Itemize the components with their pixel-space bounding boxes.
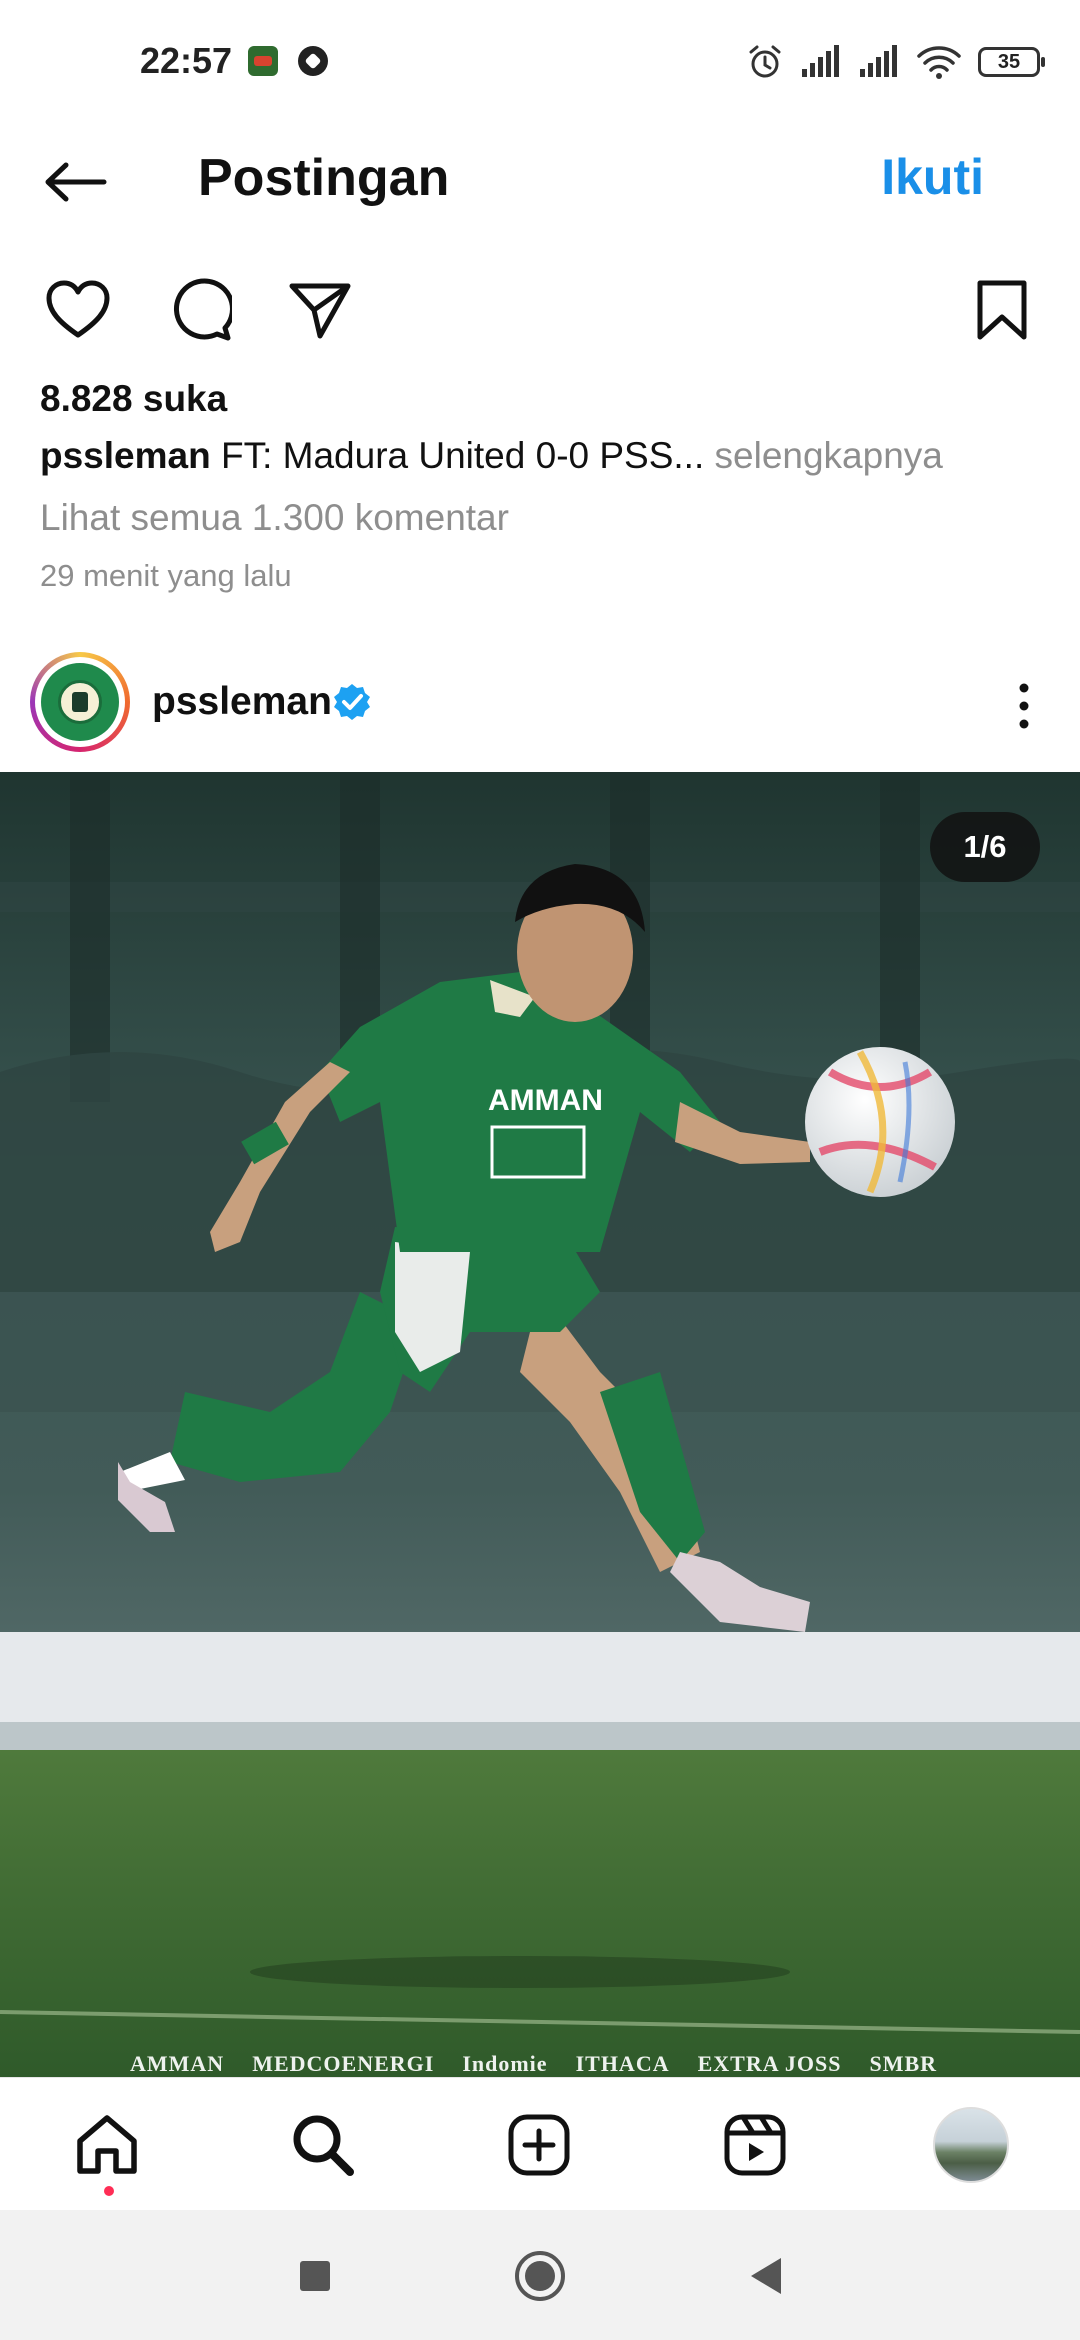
back-button[interactable] (40, 152, 110, 212)
back-arrow-icon (45, 162, 107, 202)
sponsor-label: AMMAN (130, 2051, 225, 2076)
comment-icon (173, 278, 232, 341)
profile-avatar (933, 2107, 1009, 2183)
nav-create[interactable] (494, 2100, 584, 2190)
nav-profile[interactable] (926, 2100, 1016, 2190)
post-username[interactable]: pssleman (152, 680, 332, 724)
nav-search[interactable] (278, 2100, 368, 2190)
status-time: 22:57 (140, 40, 233, 81)
recents-button[interactable] (285, 2246, 345, 2306)
svg-text:AMMAN: AMMAN (488, 1084, 603, 1117)
soccer-ball-icon (298, 46, 328, 76)
view-comments-link[interactable]: Lihat semua 1.300 komentar (40, 497, 509, 539)
battery-icon: 35 (978, 47, 1045, 77)
status-icons: 35 (746, 40, 1045, 84)
sponsor-label: MEDCOENERGI (252, 2051, 435, 2076)
nav-reels[interactable] (710, 2100, 800, 2190)
share-button[interactable] (280, 270, 360, 350)
follow-button[interactable]: Ikuti (881, 148, 984, 206)
likes-count[interactable]: 8.828 suka (40, 378, 227, 420)
back-system-button[interactable] (735, 2246, 795, 2306)
club-logo-icon (41, 663, 119, 741)
caption[interactable]: pssleman FT: Madura United 0-0 PSS... se… (40, 435, 943, 477)
square-icon (300, 2261, 330, 2291)
sponsor-label: EXTRA JOSS (697, 2051, 842, 2076)
alarm-icon (749, 45, 781, 78)
nav-home[interactable] (62, 2100, 152, 2190)
share-icon (289, 283, 351, 339)
home-system-button[interactable] (510, 2246, 570, 2306)
top-bar: Postingan Ikuti (0, 124, 1080, 234)
verified-badge-icon (334, 684, 370, 720)
signal-icon (860, 45, 897, 77)
photo-scene: AMMAN (0, 772, 1080, 2077)
more-options-icon[interactable] (1004, 676, 1044, 736)
post-header: pssleman (0, 640, 1080, 770)
comment-button[interactable] (160, 270, 240, 350)
caption-username[interactable]: pssleman (40, 435, 211, 476)
heart-icon (46, 280, 110, 338)
post-photo[interactable]: AMMAN 1/6 AMMAN MEDCOENERGI Indomie ITHA… (0, 772, 1080, 2077)
carousel-counter: 1/6 (930, 812, 1040, 882)
status-bar: 22:57 35 (0, 0, 1080, 124)
circle-icon (515, 2251, 565, 2301)
bottom-nav (0, 2077, 1080, 2211)
system-nav-bar (0, 2210, 1080, 2340)
signal-icon (802, 45, 839, 77)
more-link[interactable]: selengkapnya (715, 435, 943, 476)
bookmark-button[interactable] (962, 270, 1042, 350)
triangle-back-icon (751, 2258, 781, 2294)
story-ring[interactable] (30, 652, 130, 752)
sponsor-label: Indomie (462, 2051, 548, 2076)
post-timestamp: 29 menit yang lalu (40, 558, 292, 593)
caption-text: FT: Madura United 0-0 PSS... (220, 435, 705, 476)
home-icon (77, 2115, 137, 2174)
notification-app-icon (248, 46, 278, 76)
avatar (35, 657, 125, 747)
reels-icon (724, 2114, 786, 2176)
sponsor-label: ITHACA (575, 2051, 670, 2076)
bookmark-icon (977, 280, 1027, 340)
page-title: Postingan (198, 149, 450, 207)
search-icon (293, 2115, 354, 2176)
create-icon (508, 2114, 570, 2176)
post-actions (0, 270, 1080, 370)
sponsor-strip: AMMAN MEDCOENERGI Indomie ITHACA EXTRA J… (130, 2047, 937, 2077)
wifi-icon (917, 46, 961, 79)
sponsor-label: SMBR (869, 2051, 938, 2076)
like-button[interactable] (38, 270, 118, 350)
home-notification-dot (104, 2186, 114, 2196)
